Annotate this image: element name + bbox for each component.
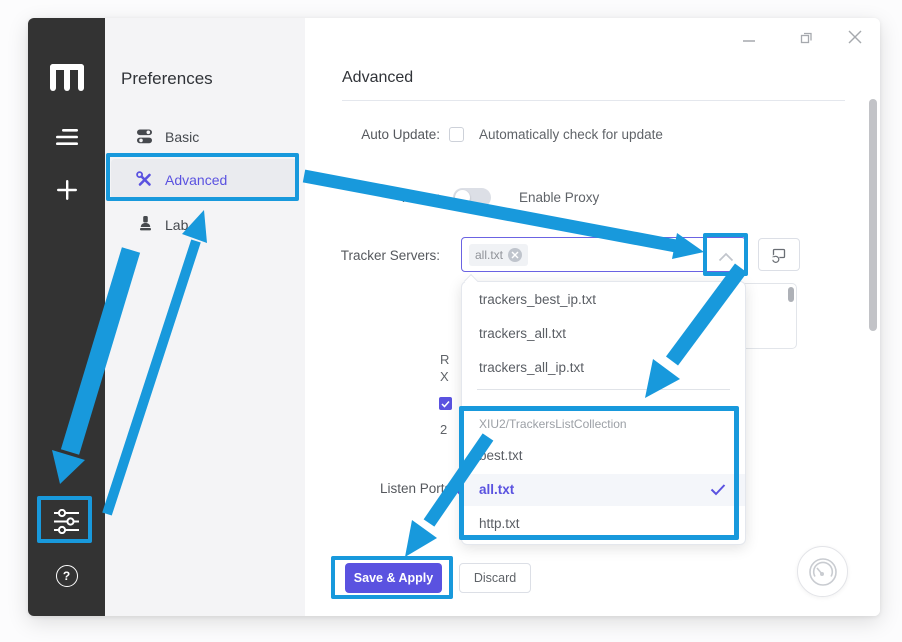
selected-tag: all.txt: [469, 244, 528, 266]
preferences-title: Preferences: [121, 69, 213, 89]
task-list-icon[interactable]: [28, 126, 105, 148]
add-task-icon[interactable]: [28, 178, 105, 202]
sidebar-item-lab[interactable]: Lab: [165, 217, 188, 233]
help-icon[interactable]: ?: [28, 564, 105, 588]
listen-ports-label: Listen Ports:: [315, 481, 455, 496]
proxy-toggle-knob: [455, 190, 470, 205]
auto-update-checkbox-label[interactable]: Automatically check for update: [479, 127, 663, 142]
screenshot-stage: ? Preferences Basic Advanced Lab Advance…: [0, 0, 902, 642]
lab-icon: [138, 216, 153, 237]
annotation-box-chevron: [703, 233, 748, 276]
obscured-text-fragment: R: [440, 352, 449, 367]
obscured-text-fragment: X: [440, 369, 449, 384]
obscured-text-fragment: 2: [440, 422, 447, 437]
sidebar-item-basic[interactable]: Basic: [165, 129, 199, 145]
tracker-servers-label: Tracker Servers:: [300, 248, 440, 263]
annotation-box-settings: [37, 496, 92, 543]
restore-button[interactable]: [799, 29, 815, 50]
motrix-logo-icon: [28, 62, 105, 92]
discard-button[interactable]: Discard: [459, 563, 531, 593]
proxy-toggle[interactable]: [453, 188, 491, 207]
dropdown-option[interactable]: trackers_best_ip.txt: [479, 292, 596, 307]
auto-update-label: Auto Update:: [300, 127, 440, 142]
proxy-label: Proxy:: [300, 190, 440, 205]
auto-update-checkbox[interactable]: [449, 127, 464, 142]
close-button[interactable]: [847, 29, 863, 50]
page-title: Advanced: [342, 69, 413, 87]
annotation-box-group: [459, 406, 739, 540]
selected-tag-label: all.txt: [475, 248, 503, 262]
dropdown-option[interactable]: trackers_all_ip.txt: [479, 360, 584, 375]
speedometer-icon: [807, 556, 839, 588]
tag-close-icon[interactable]: [508, 248, 522, 262]
textarea-scrollbar[interactable]: [788, 287, 794, 302]
basic-icon: [137, 129, 153, 149]
dropdown-divider: [477, 389, 730, 390]
content-scrollbar[interactable]: [869, 99, 877, 331]
annotation-box-save: [331, 556, 453, 599]
annotation-box-advanced: [106, 153, 299, 201]
proxy-toggle-label: Enable Proxy: [519, 190, 599, 205]
sync-trackers-button[interactable]: [758, 238, 800, 271]
minimize-button[interactable]: [742, 33, 756, 52]
title-divider: [342, 100, 845, 101]
speed-limit-button[interactable]: [797, 546, 848, 597]
help-glyph: ?: [63, 569, 70, 583]
obscured-checkbox-checked[interactable]: [439, 397, 452, 410]
preferences-nav-panel: [105, 18, 305, 616]
dropdown-option[interactable]: trackers_all.txt: [479, 326, 566, 341]
